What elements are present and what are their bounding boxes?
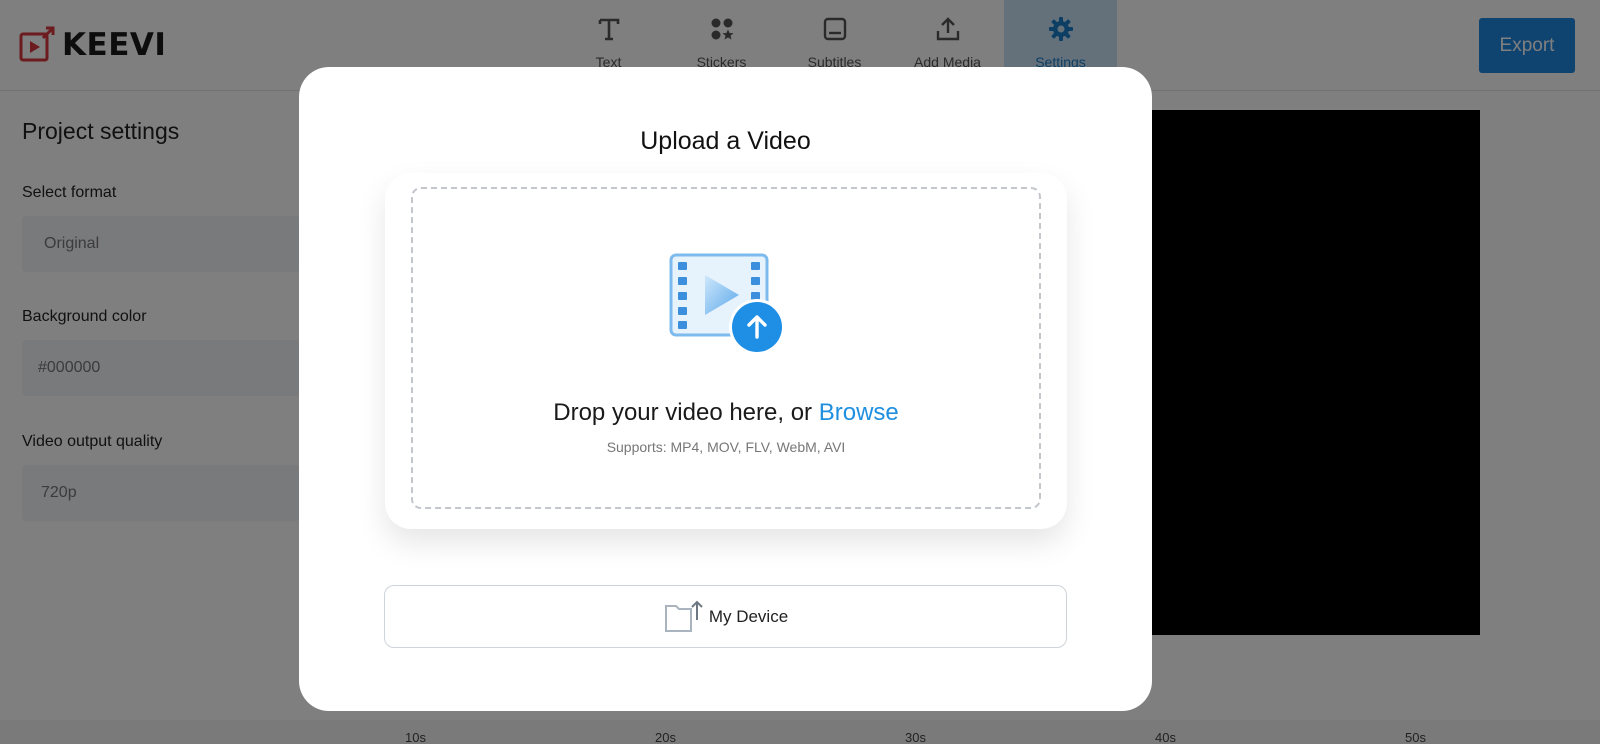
upload-card: Drop your video here, or Browse Supports… bbox=[385, 173, 1067, 529]
my-device-button[interactable]: My Device bbox=[384, 585, 1067, 648]
drop-zone[interactable]: Drop your video here, or Browse Supports… bbox=[411, 187, 1041, 509]
video-upload-icon bbox=[669, 253, 785, 355]
supported-formats: Supports: MP4, MOV, FLV, WebM, AVI bbox=[606, 439, 846, 455]
upload-modal: Upload a Video Drop your video here, or … bbox=[299, 67, 1152, 711]
drop-text: Drop your video here, or bbox=[553, 399, 819, 426]
modal-title: Upload a Video bbox=[640, 127, 811, 155]
drop-instructions: Drop your video here, or Browse bbox=[413, 399, 1039, 427]
folder-upload-icon bbox=[664, 600, 703, 632]
my-device-label: My Device bbox=[708, 606, 789, 626]
browse-link[interactable]: Browse bbox=[819, 399, 899, 426]
